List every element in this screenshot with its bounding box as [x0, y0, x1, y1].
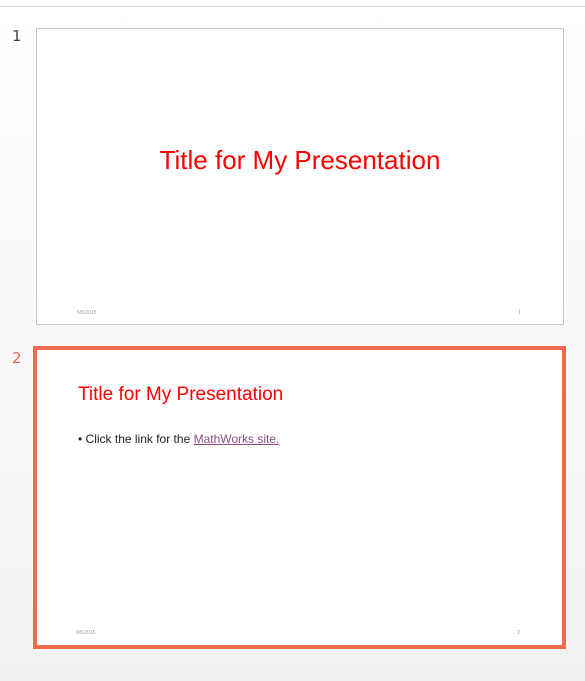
slide-thumbnail-2-selected[interactable]: Title for My Presentation • Click the li… — [33, 346, 566, 649]
slide-1-footer-page-number: 1 — [518, 310, 521, 316]
mathworks-link[interactable]: MathWorks site. — [194, 432, 280, 446]
slide-number-1: 1 — [12, 27, 22, 45]
slide-1-title: Title for My Presentation — [159, 145, 441, 175]
top-divider — [0, 6, 585, 7]
slide-number-2: 2 — [12, 349, 22, 367]
slide-2-bullet-text: • Click the link for the — [78, 432, 194, 446]
slide-2-bullet: • Click the link for the MathWorks site. — [78, 431, 279, 447]
slide-2-title: Title for My Presentation — [78, 384, 284, 405]
slide-1-footer-date: 6/5/2015 — [77, 310, 97, 316]
slide-2-footer-page-number: 2 — [517, 630, 520, 636]
slide-2-footer-date: 6/5/2015 — [76, 630, 96, 636]
slide-thumbnail-1[interactable]: Title for My Presentation 6/5/2015 1 — [36, 28, 564, 325]
